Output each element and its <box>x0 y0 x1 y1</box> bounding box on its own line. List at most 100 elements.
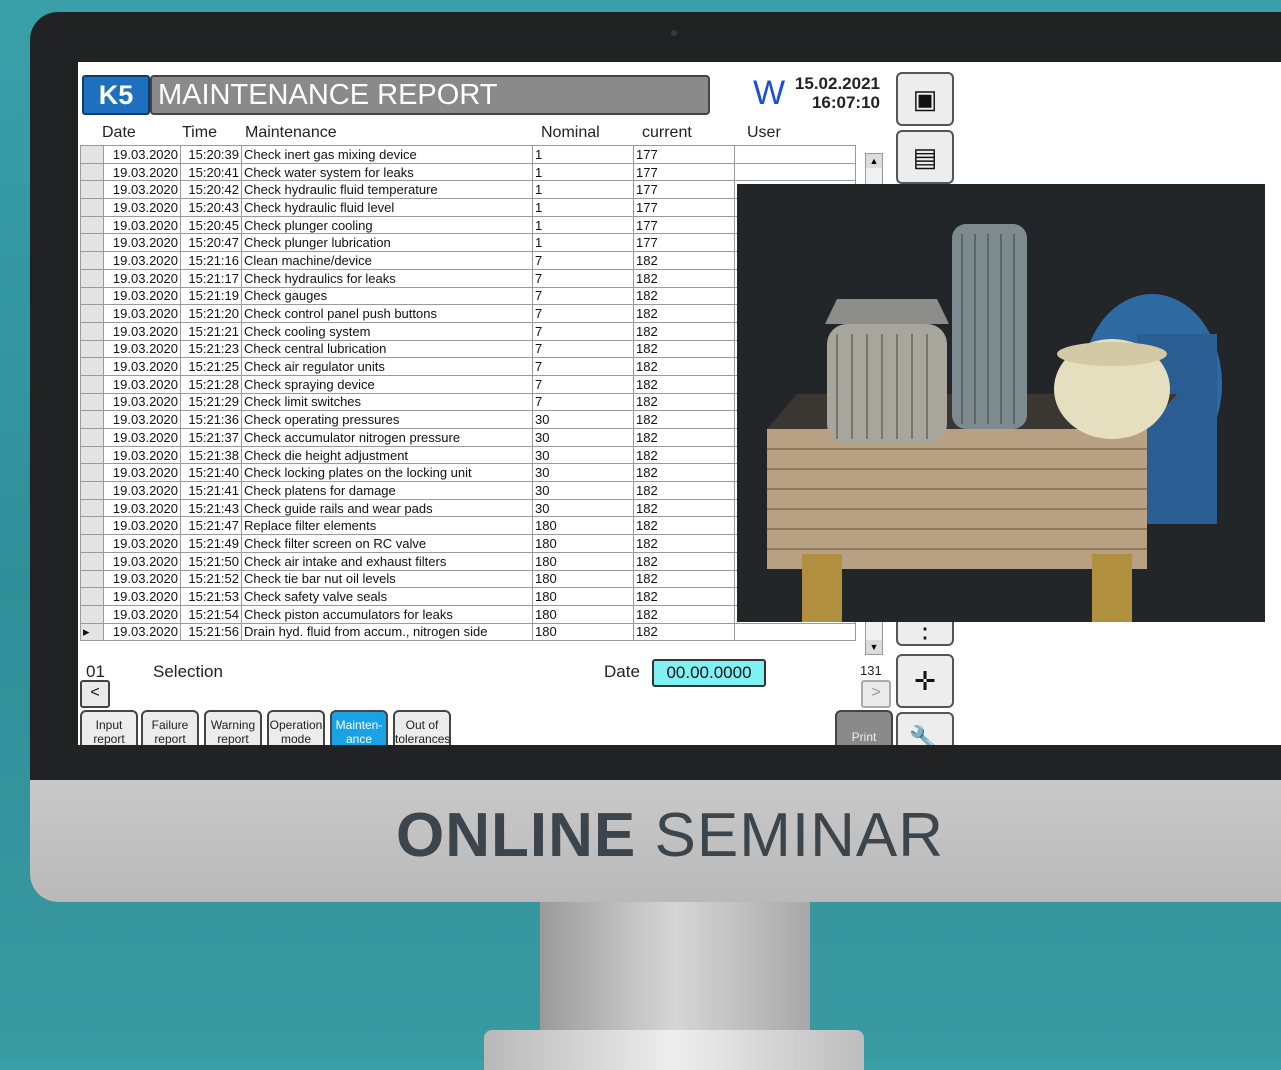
cell-date: 19.03.2020 <box>103 321 181 341</box>
record-count: 131 <box>860 663 882 678</box>
col-maintenance: Maintenance <box>245 124 337 141</box>
cell-current: 177 <box>633 198 735 217</box>
tab-operation-mode[interactable]: Operation mode <box>267 710 325 745</box>
cell-maintenance: Check platens for damage <box>241 481 533 500</box>
row-selector[interactable] <box>80 374 104 394</box>
cell-time: 15:21:25 <box>180 357 242 376</box>
row-selector[interactable] <box>80 339 104 359</box>
row-selector[interactable] <box>80 428 104 447</box>
cell-nominal: 1 <box>532 215 634 235</box>
cell-date: 19.03.2020 <box>103 180 181 200</box>
cell-maintenance: Check die height adjustment <box>241 445 533 465</box>
row-selector[interactable] <box>80 233 104 253</box>
service-button[interactable]: 🔧 <box>896 712 954 745</box>
cell-time: 15:21:53 <box>180 587 242 606</box>
cell-nominal: 7 <box>532 268 634 288</box>
cell-maintenance: Check safety valve seals <box>241 587 533 606</box>
cell-nominal: 7 <box>532 321 634 341</box>
print-button[interactable]: Print <box>835 710 893 745</box>
row-selector[interactable] <box>80 251 104 270</box>
cell-nominal: 1 <box>532 145 634 164</box>
cell-date: 19.03.2020 <box>103 604 181 624</box>
cell-time: 15:21:29 <box>180 392 242 412</box>
row-selector[interactable] <box>80 604 104 624</box>
col-date: Date <box>102 124 136 141</box>
row-selector[interactable] <box>80 445 104 465</box>
cell-user <box>734 622 856 642</box>
cell-date: 19.03.2020 <box>103 392 181 412</box>
cell-current: 182 <box>633 374 735 394</box>
die-view-button[interactable]: ▤ <box>896 130 954 184</box>
cell-maintenance: Check central lubrication <box>241 339 533 359</box>
row-selector[interactable] <box>80 198 104 217</box>
cell-time: 15:21:52 <box>180 569 242 589</box>
prev-page-button[interactable]: < <box>80 680 110 708</box>
cell-date: 19.03.2020 <box>103 569 181 589</box>
row-selector[interactable] <box>80 569 104 589</box>
cell-date: 19.03.2020 <box>103 215 181 235</box>
row-selector[interactable] <box>80 180 104 200</box>
scroll-down-icon[interactable]: ▼ <box>866 640 882 654</box>
row-selector[interactable] <box>80 410 104 429</box>
row-selector[interactable]: ▸ <box>80 622 104 642</box>
center-view-button[interactable]: ✛ <box>896 654 954 708</box>
row-selector[interactable] <box>80 516 104 536</box>
cell-current: 177 <box>633 162 735 182</box>
tab-out-of-tolerances[interactable]: Out of tolerances <box>393 710 451 745</box>
cell-current: 182 <box>633 268 735 288</box>
row-selector[interactable] <box>80 587 104 606</box>
cell-maintenance: Check inert gas mixing device <box>241 145 533 164</box>
cell-nominal: 30 <box>532 498 634 518</box>
cell-time: 15:21:38 <box>180 445 242 465</box>
crosshair-icon: ✛ <box>914 665 936 696</box>
machine-view-button[interactable]: ▣ <box>896 72 954 126</box>
tab-input-report[interactable]: Input report <box>80 710 138 745</box>
row-selector[interactable] <box>80 392 104 412</box>
cell-current: 182 <box>633 463 735 483</box>
cell-nominal: 1 <box>532 180 634 200</box>
table-row[interactable]: 19.03.2020 15:20:41 Check water system for… <box>80 162 856 182</box>
table-row[interactable]: ▸ 19.03.2020 15:21:56 Drain hyd. fluid from… <box>80 622 856 642</box>
next-page-button[interactable]: > <box>861 680 891 708</box>
tab-warning-report[interactable]: Warning report <box>204 710 262 745</box>
screen: K5 MAINTENANCE REPORT W 15.02.2021 16:07… <box>78 62 1281 745</box>
row-selector[interactable] <box>80 321 104 341</box>
date-filter-input[interactable]: 00.00.0000 <box>652 659 766 687</box>
machine-id-badge: K5 <box>82 75 150 115</box>
row-selector[interactable] <box>80 463 104 483</box>
cell-current: 182 <box>633 321 735 341</box>
tab-failure-report[interactable]: Failure report <box>141 710 199 745</box>
row-selector[interactable] <box>80 498 104 518</box>
cell-nominal: 30 <box>532 428 634 447</box>
cell-time: 15:21:17 <box>180 268 242 288</box>
tab-maintenance[interactable]: Mainten- ance <box>330 710 388 745</box>
row-selector[interactable] <box>80 534 104 553</box>
cell-current: 177 <box>633 180 735 200</box>
cell-nominal: 1 <box>532 162 634 182</box>
row-selector[interactable] <box>80 357 104 376</box>
row-selector[interactable] <box>80 551 104 571</box>
cell-date: 19.03.2020 <box>103 498 181 518</box>
cell-maintenance: Check cooling system <box>241 321 533 341</box>
seminar-banner: ONLINE SEMINAR <box>0 800 1281 871</box>
banner-bold: ONLINE <box>396 801 637 870</box>
row-selector[interactable] <box>80 162 104 182</box>
row-selector[interactable] <box>80 481 104 500</box>
cell-maintenance: Check water system for leaks <box>241 162 533 182</box>
row-selector[interactable] <box>80 145 104 164</box>
table-row[interactable]: 19.03.2020 15:20:39 Check inert gas mixing… <box>80 145 856 164</box>
cell-user <box>734 145 856 164</box>
cell-time: 15:21:19 <box>180 286 242 306</box>
scroll-up-icon[interactable]: ▲ <box>866 154 882 168</box>
cell-maintenance: Check spraying device <box>241 374 533 394</box>
cell-current: 177 <box>633 145 735 164</box>
cell-date: 19.03.2020 <box>103 233 181 253</box>
row-selector[interactable] <box>80 268 104 288</box>
cell-date: 19.03.2020 <box>103 357 181 376</box>
row-selector[interactable] <box>80 286 104 306</box>
row-selector[interactable] <box>80 304 104 323</box>
row-selector[interactable] <box>80 215 104 235</box>
cell-date: 19.03.2020 <box>103 463 181 483</box>
cell-date: 19.03.2020 <box>103 268 181 288</box>
cell-date: 19.03.2020 <box>103 428 181 447</box>
